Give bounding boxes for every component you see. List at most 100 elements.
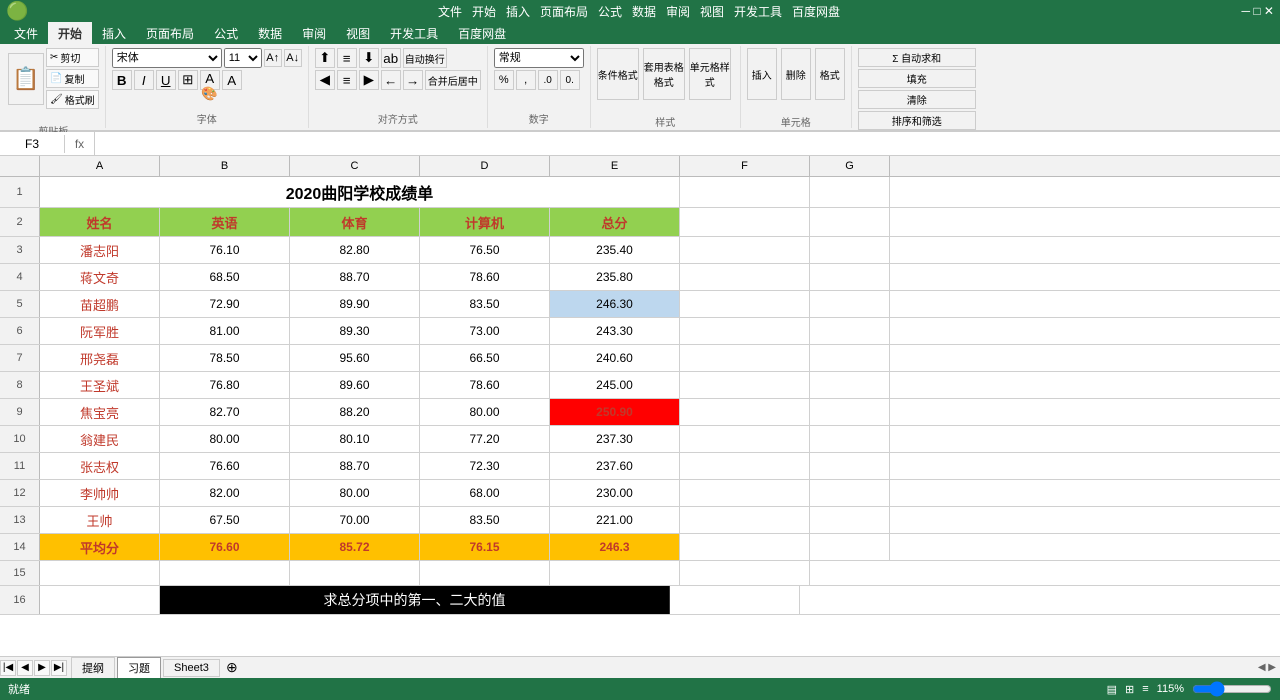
fill-button[interactable]: 填充: [858, 69, 976, 88]
cell-computer[interactable]: 73.00: [420, 318, 550, 344]
font-name-select[interactable]: 宋体: [112, 48, 222, 68]
tab-insert[interactable]: 插入: [92, 22, 136, 44]
border-button[interactable]: ⊞: [178, 70, 198, 90]
cell-name[interactable]: 张志权: [40, 453, 160, 479]
tab-nav-prev[interactable]: ◀: [17, 660, 33, 676]
conditional-format-button[interactable]: 条件格式: [597, 48, 639, 100]
tab-data[interactable]: 数据: [248, 22, 292, 44]
cell-total[interactable]: 240.60: [550, 345, 680, 371]
cell-english[interactable]: 78.50: [160, 345, 290, 371]
font-size-select[interactable]: 11: [224, 48, 262, 68]
cell-total[interactable]: 221.00: [550, 507, 680, 533]
tab-baidu[interactable]: 百度网盘: [448, 22, 516, 44]
cell-pe[interactable]: 89.90: [290, 291, 420, 317]
sheet-tab-习题[interactable]: 习题: [117, 657, 161, 678]
cell-computer[interactable]: 83.50: [420, 507, 550, 533]
sheet-tab-sheet3[interactable]: Sheet3: [163, 659, 220, 677]
cell-pe[interactable]: 95.60: [290, 345, 420, 371]
align-top-button[interactable]: ⬆: [315, 48, 335, 68]
align-center-button[interactable]: ≡: [337, 70, 357, 90]
cell-total[interactable]: 237.30: [550, 426, 680, 452]
cell-pe[interactable]: 80.10: [290, 426, 420, 452]
cell-name[interactable]: 苗超鹏: [40, 291, 160, 317]
cell-computer[interactable]: 68.00: [420, 480, 550, 506]
cell-total[interactable]: 243.30: [550, 318, 680, 344]
sheet-tab-提纲[interactable]: 提纲: [71, 657, 115, 679]
clear-button[interactable]: 清除: [858, 90, 976, 109]
cell-total[interactable]: 237.60: [550, 453, 680, 479]
font-grow-button[interactable]: A↑: [264, 49, 282, 67]
cell-title[interactable]: 2020曲阳学校成绩单: [40, 177, 680, 207]
cell-computer[interactable]: 80.00: [420, 399, 550, 425]
thousands-button[interactable]: ,: [516, 70, 536, 90]
cell-total[interactable]: 250.90: [550, 399, 680, 425]
tab-developer[interactable]: 开发工具: [380, 22, 448, 44]
format-table-button[interactable]: 套用表格格式: [643, 48, 685, 100]
tab-file[interactable]: 文件: [4, 22, 48, 44]
zoom-slider[interactable]: [1192, 681, 1272, 697]
tab-review[interactable]: 审阅: [292, 22, 336, 44]
fill-color-button[interactable]: A🎨: [200, 70, 220, 90]
cell-english[interactable]: 76.80: [160, 372, 290, 398]
tab-view[interactable]: 视图: [336, 22, 380, 44]
formula-input[interactable]: [95, 135, 1280, 153]
cell-pe[interactable]: 88.70: [290, 453, 420, 479]
cell-name[interactable]: 焦宝亮: [40, 399, 160, 425]
tab-page-layout[interactable]: 页面布局: [136, 22, 204, 44]
tab-nav-next[interactable]: ▶: [34, 660, 50, 676]
increase-decimal-button[interactable]: .0: [538, 70, 558, 90]
cell-english[interactable]: 82.00: [160, 480, 290, 506]
cell-total[interactable]: 235.80: [550, 264, 680, 290]
cell-pe[interactable]: 88.20: [290, 399, 420, 425]
tab-nav-first[interactable]: |◀: [0, 660, 16, 676]
cell-styles-button[interactable]: 单元格样式: [689, 48, 731, 100]
cell-english[interactable]: 80.00: [160, 426, 290, 452]
indent-increase-button[interactable]: →: [403, 70, 423, 90]
paste-button[interactable]: 📋: [8, 53, 44, 105]
cell-english[interactable]: 76.10: [160, 237, 290, 263]
view-normal-icon[interactable]: ▤: [1107, 683, 1117, 696]
copy-button[interactable]: 📄复制: [46, 69, 99, 88]
number-format-select[interactable]: 常规: [494, 48, 584, 68]
font-shrink-button[interactable]: A↓: [284, 49, 302, 67]
cell-name[interactable]: 阮军胜: [40, 318, 160, 344]
cell-computer[interactable]: 66.50: [420, 345, 550, 371]
cell-name[interactable]: 王帅: [40, 507, 160, 533]
decrease-decimal-button[interactable]: 0.: [560, 70, 580, 90]
cell-total[interactable]: 235.40: [550, 237, 680, 263]
cell-total[interactable]: 245.00: [550, 372, 680, 398]
percent-button[interactable]: %: [494, 70, 514, 90]
italic-button[interactable]: I: [134, 70, 154, 90]
cell-computer[interactable]: 77.20: [420, 426, 550, 452]
cell-pe[interactable]: 89.60: [290, 372, 420, 398]
cell-total[interactable]: 230.00: [550, 480, 680, 506]
cell-name[interactable]: 蒋文奇: [40, 264, 160, 290]
wrap-text-button[interactable]: 自动换行: [403, 48, 447, 68]
cell-computer[interactable]: 78.60: [420, 264, 550, 290]
cell-english[interactable]: 68.50: [160, 264, 290, 290]
delete-cells-button[interactable]: 删除: [781, 48, 811, 100]
cell-name[interactable]: 翁建民: [40, 426, 160, 452]
cell-english[interactable]: 81.00: [160, 318, 290, 344]
tab-nav-last[interactable]: ▶|: [51, 660, 67, 676]
cell-computer[interactable]: 76.50: [420, 237, 550, 263]
align-middle-button[interactable]: ≡: [337, 48, 357, 68]
cell-total[interactable]: 246.30: [550, 291, 680, 317]
cell-english[interactable]: 82.70: [160, 399, 290, 425]
cell-pe[interactable]: 80.00: [290, 480, 420, 506]
cell-pe[interactable]: 88.70: [290, 264, 420, 290]
cut-button[interactable]: ✂剪切: [46, 48, 99, 67]
sort-filter-button[interactable]: 排序和筛选: [858, 111, 976, 130]
cell-computer[interactable]: 72.30: [420, 453, 550, 479]
cell-name[interactable]: 李帅帅: [40, 480, 160, 506]
cell-name[interactable]: 王圣斌: [40, 372, 160, 398]
auto-sum-button[interactable]: Σ 自动求和: [858, 48, 976, 67]
bold-button[interactable]: B: [112, 70, 132, 90]
align-bottom-button[interactable]: ⬇: [359, 48, 379, 68]
merge-center-button[interactable]: 合并后居中: [425, 70, 481, 90]
cell-pe[interactable]: 70.00: [290, 507, 420, 533]
insert-cells-button[interactable]: 插入: [747, 48, 777, 100]
cell-english[interactable]: 67.50: [160, 507, 290, 533]
cell-pe[interactable]: 89.30: [290, 318, 420, 344]
text-angle-button[interactable]: ab: [381, 48, 401, 68]
